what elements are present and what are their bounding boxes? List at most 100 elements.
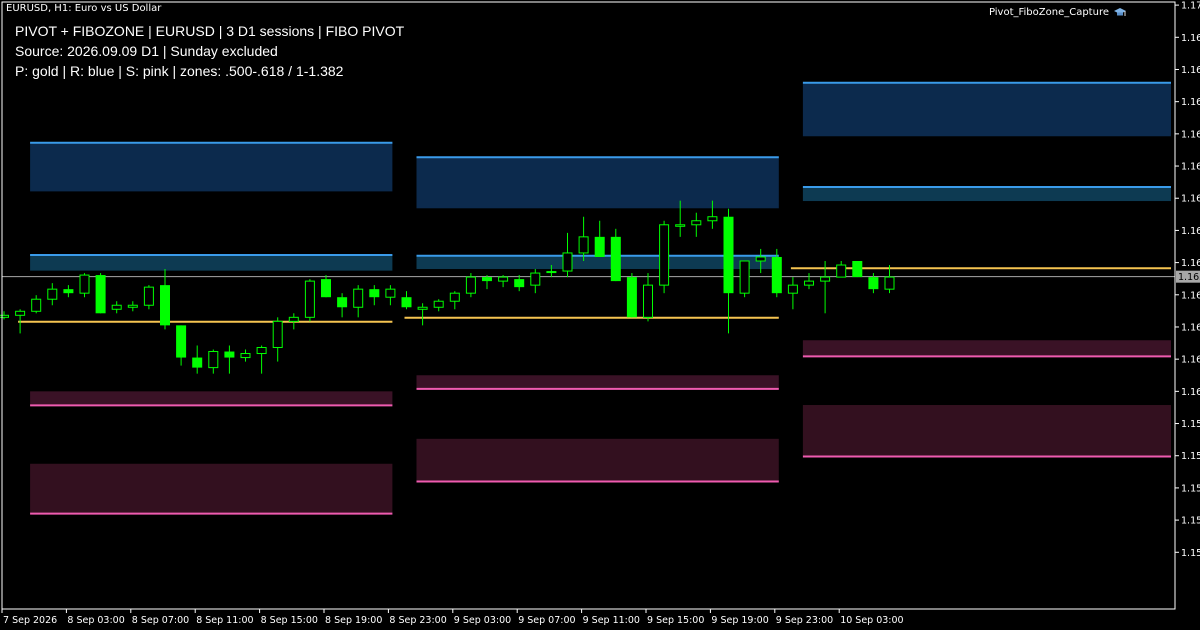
resistance-zone <box>802 82 1171 137</box>
candle-body-bear <box>852 260 863 278</box>
x-tick-label: 9 Sep 03:00 <box>454 615 511 626</box>
candle-body-bear <box>514 279 525 288</box>
x-tick-label: 9 Sep 11:00 <box>583 615 640 626</box>
candle <box>659 220 670 294</box>
candle-body-bull <box>675 224 686 227</box>
candle-body-bull <box>449 292 460 302</box>
y-tick-label: 1.15896 <box>1181 451 1200 462</box>
support-zone <box>416 375 779 389</box>
candle-body-bull <box>884 276 895 290</box>
candle-body-bull <box>111 304 122 310</box>
info-line-1: PIVOT + FIBOZONE | EURUSD | 3 D1 session… <box>15 23 405 39</box>
candle-body-bear <box>626 277 637 318</box>
symbol-title: EURUSD, H1: Euro vs US Dollar <box>6 3 162 14</box>
candle-body-bear <box>369 289 380 298</box>
candle-body-bull <box>31 298 42 312</box>
y-tick-label: 1.16376 <box>1181 258 1200 269</box>
candle-body-bull <box>385 288 396 298</box>
candle-body-bear <box>321 279 331 298</box>
candle <box>465 273 476 298</box>
current-price-label: 1.16341 <box>1178 272 1200 283</box>
candle-body-bear <box>723 216 734 294</box>
y-tick-label: 1.16536 <box>1181 194 1200 205</box>
candle-body-bull <box>79 274 90 294</box>
candle <box>739 260 750 298</box>
y-tick-label: 1.16216 <box>1181 322 1200 333</box>
candle-body-bear <box>594 236 605 257</box>
x-tick-label: 8 Sep 03:00 <box>67 615 124 626</box>
candle-body-bull <box>127 304 138 308</box>
candle-body-bull <box>240 353 251 359</box>
y-tick-label: 1.15656 <box>1181 548 1200 559</box>
x-tick-label: 9 Sep 19:00 <box>711 615 768 626</box>
candle <box>143 285 154 310</box>
resistance-zone <box>802 186 1171 202</box>
x-tick-label: 7 Sep 2026 <box>3 615 57 626</box>
y-tick-label: 1.16456 <box>1181 226 1200 237</box>
candle-body-bear <box>176 325 187 358</box>
resistance-zone <box>30 254 393 271</box>
support-zone <box>30 391 393 406</box>
candle-body-bull <box>304 280 315 318</box>
x-tick-label: 8 Sep 11:00 <box>196 615 253 626</box>
candle-body-bull <box>755 256 766 262</box>
candle-body-bull <box>691 220 702 226</box>
candle-body-bull <box>143 286 154 306</box>
support-zone <box>802 405 1171 457</box>
candle-body-bull <box>659 224 670 286</box>
candle-body-bull <box>498 276 509 282</box>
candle-body-bull <box>272 320 283 348</box>
candle-body-bull <box>15 310 26 316</box>
x-tick-label: 8 Sep 23:00 <box>389 615 446 626</box>
support-zone <box>802 340 1171 357</box>
candle-body-bull <box>804 280 814 286</box>
candle-body-bull <box>47 288 58 300</box>
candle-body-bull <box>530 272 541 286</box>
candle-body-bear <box>160 285 170 326</box>
candle-body-bull <box>465 276 476 294</box>
x-tick-label: 8 Sep 19:00 <box>325 615 382 626</box>
candle-body-bear <box>192 357 203 368</box>
x-tick-label: 8 Sep 15:00 <box>261 615 318 626</box>
candle-body-bull <box>820 276 831 282</box>
candle-body-bear <box>610 236 621 282</box>
y-tick-label: 1.16056 <box>1181 387 1200 398</box>
ea-name-text: Pivot_FiboZone_Capture <box>988 7 1109 18</box>
resistance-zone <box>416 157 779 209</box>
x-tick-label: 9 Sep 23:00 <box>776 615 833 626</box>
support-zone <box>30 463 393 514</box>
info-line-3: P: gold | R: blue | S: pink | zones: .50… <box>15 63 344 79</box>
candle-body-bull <box>562 252 573 272</box>
price-chart[interactable]: 1.17016 1.16936 1.16856 1.16776 1.16696 1.166… <box>0 0 1200 630</box>
candle-body-bear <box>95 275 106 314</box>
support-zone <box>416 438 779 482</box>
candle-body-bull <box>256 346 267 355</box>
candle <box>95 273 106 314</box>
candle-body-bear <box>482 277 492 282</box>
candle <box>79 273 90 298</box>
y-tick-label: 1.16296 <box>1181 290 1200 301</box>
candle-body-bear <box>224 351 235 358</box>
expert-advisor-label[interactable]: Pivot_FiboZone_Capture <box>989 7 1126 18</box>
y-tick-label: 1.17016 <box>1181 1 1200 12</box>
candle-body-bull <box>433 300 444 308</box>
candle <box>852 260 863 278</box>
candle-body-bear <box>401 297 412 308</box>
candle-body-bull <box>578 236 589 254</box>
x-tick-label: 10 Sep 03:00 <box>840 615 903 626</box>
candle <box>626 273 637 318</box>
graduation-cap-icon <box>1114 7 1126 16</box>
y-tick-label: 1.16936 <box>1181 33 1200 44</box>
x-tick-label: 8 Sep 07:00 <box>132 615 189 626</box>
candle-body-bull <box>643 284 653 318</box>
x-tick-label: 9 Sep 15:00 <box>647 615 704 626</box>
y-tick-label: 1.15976 <box>1181 419 1200 430</box>
resistance-zone <box>30 142 393 192</box>
candle-body-bull <box>417 306 428 310</box>
candle <box>304 279 315 322</box>
y-tick-label: 1.16856 <box>1181 65 1200 76</box>
candle-body-bear <box>63 289 74 294</box>
candle-body-bear <box>771 256 782 294</box>
y-tick-label: 1.16696 <box>1181 129 1200 140</box>
candle-body-bear <box>868 277 879 290</box>
